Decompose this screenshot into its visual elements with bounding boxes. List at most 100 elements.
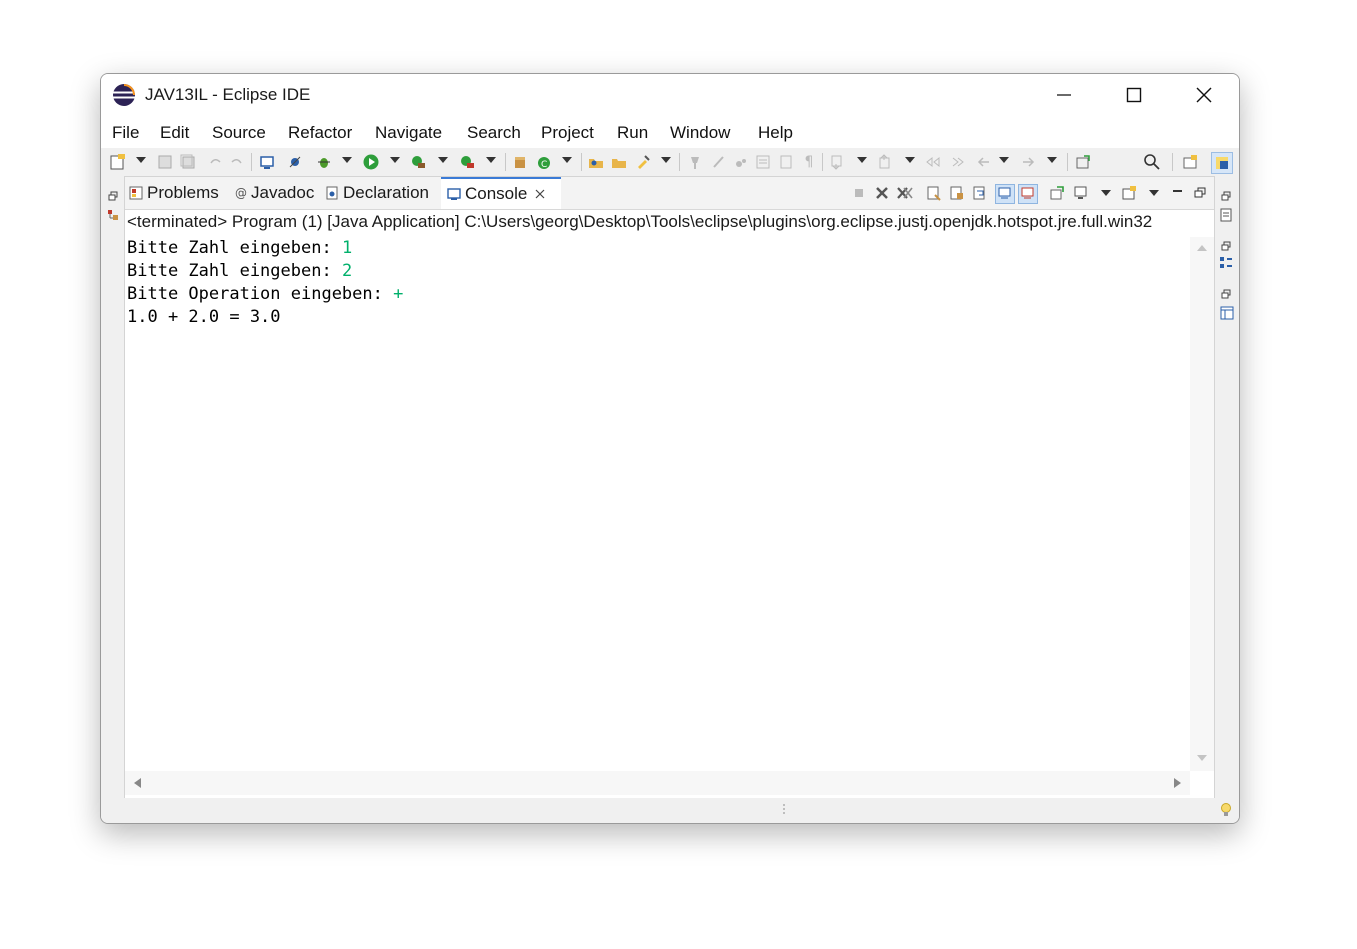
open-console-dropdown[interactable] — [1149, 190, 1159, 196]
word-wrap-button[interactable] — [971, 184, 989, 202]
menu-help[interactable]: Help — [758, 123, 793, 143]
new-dropdown[interactable] — [136, 157, 146, 163]
console-output[interactable]: Bitte Zahl eingeben: 1 Bitte Zahl eingeb… — [125, 237, 1190, 771]
coverage-dropdown[interactable] — [438, 157, 448, 163]
new-class-dropdown[interactable] — [562, 157, 572, 163]
java-perspective-button[interactable] — [1211, 152, 1233, 174]
new-button[interactable] — [108, 152, 128, 172]
pin-editor-button[interactable] — [1073, 152, 1093, 172]
edit-forward-button[interactable] — [948, 152, 968, 172]
remove-launch-button[interactable] — [873, 184, 891, 202]
console-prompt: Bitte Zahl eingeben: — [127, 238, 342, 258]
toggle-block-selection-button[interactable] — [753, 152, 773, 172]
debug-dropdown[interactable] — [342, 157, 352, 163]
search-tool-dropdown[interactable] — [661, 157, 671, 163]
next-annotation-button[interactable] — [827, 152, 847, 172]
remove-all-terminated-button[interactable] — [896, 184, 914, 202]
menu-search[interactable]: Search — [467, 123, 521, 143]
minimize-view-button[interactable] — [1169, 184, 1187, 202]
open-perspective-button[interactable] — [1180, 152, 1200, 172]
forward-dropdown[interactable] — [1047, 157, 1057, 163]
menu-project[interactable]: Project — [541, 123, 594, 143]
menu-window[interactable]: Window — [670, 123, 730, 143]
save-button[interactable] — [155, 152, 175, 172]
terminal-button[interactable] — [257, 152, 277, 172]
coverage-button[interactable] — [408, 152, 428, 172]
tab-problems[interactable]: Problems — [129, 177, 219, 209]
project-view-button[interactable] — [1220, 306, 1234, 325]
global-search-button[interactable] — [1142, 152, 1162, 172]
pin-console-button[interactable] — [1048, 184, 1066, 202]
open-task-button[interactable] — [609, 152, 629, 172]
previous-annotation-dropdown[interactable] — [905, 157, 915, 163]
undo-icon — [210, 159, 221, 164]
back-dropdown[interactable] — [999, 157, 1009, 163]
tab-declaration[interactable]: Declaration — [325, 177, 429, 209]
undo-button[interactable] — [205, 152, 225, 172]
console-line: Bitte Zahl eingeben: 1 — [125, 237, 1190, 260]
save-all-button[interactable] — [178, 152, 198, 172]
search-tool-button[interactable] — [633, 152, 653, 172]
back-button[interactable] — [973, 152, 993, 172]
remove-icon — [876, 187, 888, 199]
svg-text:C: C — [541, 160, 547, 170]
menu-edit[interactable]: Edit — [160, 123, 189, 143]
show-console-on-stderr-button[interactable] — [1018, 184, 1038, 204]
run-dropdown[interactable] — [390, 157, 400, 163]
show-console-on-stdout-button[interactable] — [995, 184, 1015, 204]
toggle-mark-occurrences-button[interactable] — [685, 152, 705, 172]
skip-breakpoints-button[interactable] — [285, 152, 305, 172]
open-type-button[interactable] — [586, 152, 606, 172]
run-button[interactable] — [361, 152, 381, 172]
redo-button[interactable] — [227, 152, 247, 172]
menu-file[interactable]: File — [112, 123, 139, 143]
close-button[interactable] — [1181, 74, 1227, 116]
horizontal-scrollbar[interactable] — [125, 771, 1190, 795]
menu-refactor[interactable]: Refactor — [288, 123, 352, 143]
external-tools-button[interactable] — [457, 152, 477, 172]
outline-button[interactable] — [1219, 256, 1233, 275]
restore-left-button[interactable] — [108, 188, 118, 206]
open-console-button[interactable] — [1120, 184, 1138, 202]
toggle-word-wrap-button[interactable] — [731, 152, 751, 172]
task-list-button[interactable] — [1220, 208, 1232, 227]
restore-outline-button[interactable] — [1221, 188, 1231, 206]
terminate-button[interactable] — [850, 184, 868, 202]
display-console-dropdown[interactable] — [1101, 190, 1111, 196]
forward-button[interactable] — [1019, 152, 1039, 172]
main-toolbar: C ¶ — [101, 148, 1239, 176]
maximize-button[interactable] — [1111, 74, 1157, 116]
vertical-scrollbar[interactable] — [1190, 237, 1214, 771]
restore-icon — [1221, 241, 1231, 251]
new-java-package-button[interactable] — [510, 152, 530, 172]
scroll-lock-button[interactable] — [948, 184, 966, 202]
tab-javadoc[interactable]: @ Javadoc — [235, 177, 314, 209]
pilcrow-button[interactable]: ¶ — [799, 152, 819, 172]
restore-second-button[interactable] — [1221, 238, 1231, 256]
new-java-class-button[interactable]: C — [534, 152, 554, 172]
clear-console-button[interactable] — [925, 184, 943, 202]
restore-third-button[interactable] — [1221, 286, 1231, 304]
minimize-button[interactable] — [1041, 74, 1087, 116]
next-annotation-dropdown[interactable] — [857, 157, 867, 163]
maximize-icon — [1126, 87, 1142, 103]
tab-label: Problems — [147, 183, 219, 202]
console-input: 2 — [341, 261, 353, 281]
tab-console[interactable]: Console — [441, 177, 561, 209]
menu-run[interactable]: Run — [617, 123, 648, 143]
redo-icon — [231, 159, 242, 164]
tip-lightbulb-button[interactable] — [1220, 802, 1232, 823]
display-selected-console-button[interactable] — [1072, 184, 1090, 202]
toggle-breadcrumb-button[interactable] — [709, 152, 729, 172]
external-tools-dropdown[interactable] — [486, 157, 496, 163]
menu-source[interactable]: Source — [212, 123, 266, 143]
scroll-arrows-icon — [1197, 245, 1207, 761]
maximize-view-button[interactable] — [1191, 184, 1209, 202]
menu-navigate[interactable]: Navigate — [375, 123, 442, 143]
debug-button[interactable] — [314, 152, 334, 172]
package-explorer-button[interactable] — [107, 208, 119, 226]
show-whitespace-button[interactable] — [776, 152, 796, 172]
previous-annotation-button[interactable] — [875, 152, 895, 172]
close-tab-button[interactable] — [535, 189, 545, 199]
last-edit-location-button[interactable] — [923, 152, 943, 172]
